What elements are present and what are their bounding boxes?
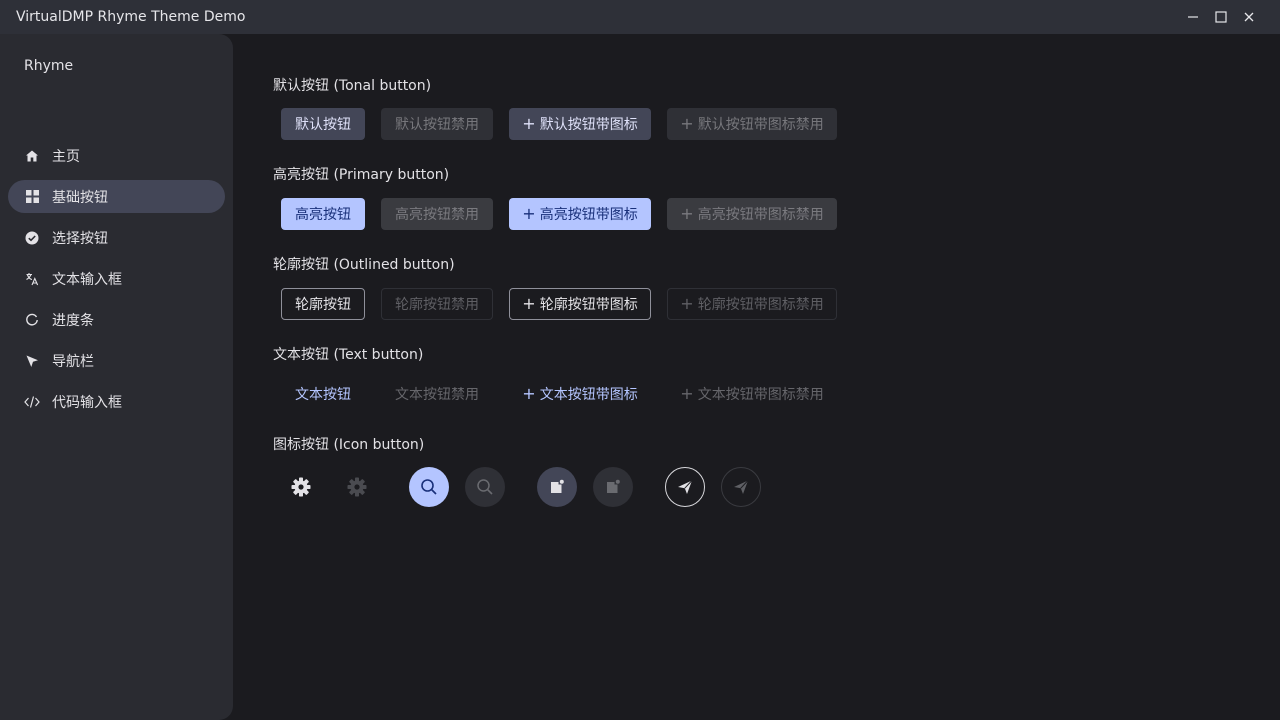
maximize-icon[interactable]	[1208, 0, 1234, 34]
plus-icon: +	[522, 114, 536, 133]
text-button[interactable]: 文本按钮	[281, 378, 365, 410]
primary-icon-button-disabled[interactable]: + 高亮按钮带图标禁用	[667, 198, 837, 230]
send-icon[interactable]	[665, 467, 705, 507]
text-icon-button[interactable]: + 文本按钮带图标	[509, 378, 651, 410]
button-label: 默认按钮带图标禁用	[697, 117, 824, 133]
translate-icon	[24, 271, 40, 287]
sidebar-item-label: 文本输入框	[52, 271, 122, 288]
text-button-disabled[interactable]: 文本按钮禁用	[381, 378, 493, 410]
sidebar-item-selection-buttons[interactable]: 选择按钮	[8, 221, 225, 254]
outlined-icon-button-disabled[interactable]: + 轮廓按钮带图标禁用	[667, 288, 837, 320]
tonal-button[interactable]: 默认按钮	[281, 108, 365, 140]
search-icon-disabled[interactable]	[465, 467, 505, 507]
code-icon	[24, 394, 40, 410]
outlined-button[interactable]: 轮廓按钮	[281, 288, 365, 320]
grid-icon	[24, 189, 40, 205]
text-icon-button-disabled[interactable]: + 文本按钮带图标禁用	[667, 378, 837, 410]
primary-icon-button[interactable]: + 高亮按钮带图标	[509, 198, 651, 230]
note-icon-disabled[interactable]	[593, 467, 633, 507]
button-label: 高亮按钮带图标禁用	[697, 207, 824, 223]
sidebar-item-progress[interactable]: 进度条	[8, 303, 225, 336]
sidebar: Rhyme 主页 基础按钮 选择按钮 文本输入框 进度条 导航栏 代码输入框	[0, 34, 233, 720]
sidebar-item-label: 基础按钮	[52, 189, 108, 206]
section-title-icon: 图标按钮 (Icon button)	[273, 437, 425, 453]
tonal-button-disabled[interactable]: 默认按钮禁用	[381, 108, 493, 140]
search-icon[interactable]	[409, 467, 449, 507]
primary-button-disabled[interactable]: 高亮按钮禁用	[381, 198, 493, 230]
plus-icon: +	[522, 384, 536, 403]
section-title-primary: 高亮按钮 (Primary button)	[273, 167, 450, 183]
tonal-icon-button[interactable]: + 默认按钮带图标	[509, 108, 651, 140]
plus-icon: +	[680, 294, 694, 313]
sidebar-item-code-input[interactable]: 代码输入框	[8, 385, 225, 418]
outlined-button-disabled[interactable]: 轮廓按钮禁用	[381, 288, 493, 320]
home-icon	[24, 148, 40, 164]
section-title-outlined: 轮廓按钮 (Outlined button)	[273, 257, 455, 273]
title-bar: VirtualDMP Rhyme Theme Demo	[0, 0, 1280, 34]
sidebar-nav: 主页 基础按钮 选择按钮 文本输入框 进度条 导航栏 代码输入框	[8, 139, 225, 426]
main-content: 默认按钮 (Tonal button) 默认按钮 默认按钮禁用 + 默认按钮带图…	[233, 34, 1280, 720]
section-title-text: 文本按钮 (Text button)	[273, 347, 424, 363]
plus-icon: +	[680, 114, 694, 133]
sidebar-item-label: 导航栏	[52, 353, 94, 370]
sidebar-item-navigation[interactable]: 导航栏	[8, 344, 225, 377]
close-icon[interactable]	[1236, 0, 1262, 34]
button-label: 文本按钮带图标禁用	[697, 387, 824, 403]
note-icon[interactable]	[537, 467, 577, 507]
tonal-icon-button-disabled[interactable]: + 默认按钮带图标禁用	[667, 108, 837, 140]
section-title-tonal: 默认按钮 (Tonal button)	[273, 78, 432, 94]
plus-icon: +	[680, 384, 694, 403]
minimize-icon[interactable]	[1180, 0, 1206, 34]
gear-icon-disabled[interactable]	[337, 467, 377, 507]
button-label: 文本按钮带图标	[539, 387, 638, 403]
plus-icon: +	[522, 294, 536, 313]
sidebar-item-home[interactable]: 主页	[8, 139, 225, 172]
sidebar-item-label: 选择按钮	[52, 230, 108, 247]
outlined-icon-button[interactable]: + 轮廓按钮带图标	[509, 288, 651, 320]
sidebar-item-label: 代码输入框	[52, 394, 122, 411]
primary-button[interactable]: 高亮按钮	[281, 198, 365, 230]
plus-icon: +	[522, 204, 536, 223]
button-label: 轮廓按钮带图标	[539, 297, 638, 313]
gear-icon[interactable]	[281, 467, 321, 507]
sidebar-item-text-input[interactable]: 文本输入框	[8, 262, 225, 295]
sidebar-item-label: 主页	[52, 148, 80, 165]
sidebar-item-basic-buttons[interactable]: 基础按钮	[8, 180, 225, 213]
window-title: VirtualDMP Rhyme Theme Demo	[16, 9, 246, 25]
navigation-icon	[24, 353, 40, 369]
window-controls	[1180, 0, 1280, 34]
button-label: 轮廓按钮带图标禁用	[697, 297, 824, 313]
button-label: 默认按钮带图标	[539, 117, 638, 133]
plus-icon: +	[680, 204, 694, 223]
sidebar-item-label: 进度条	[52, 312, 94, 329]
app-name: Rhyme	[24, 58, 74, 74]
progress-icon	[24, 312, 40, 328]
send-icon-disabled[interactable]	[721, 467, 761, 507]
check-circle-icon	[24, 230, 40, 246]
button-label: 高亮按钮带图标	[539, 207, 638, 223]
